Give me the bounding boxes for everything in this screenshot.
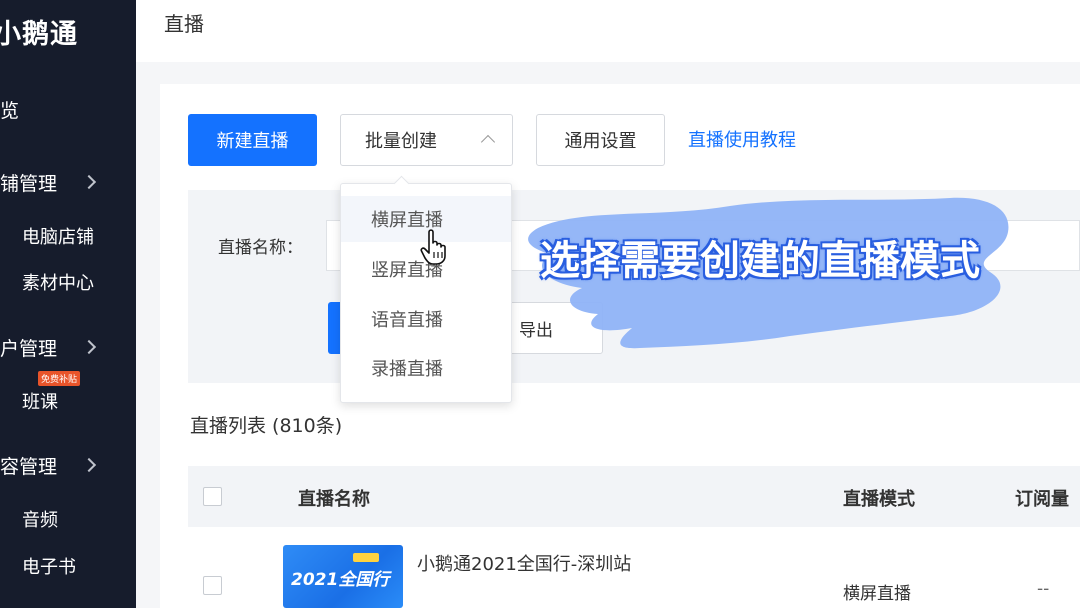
new-live-button[interactable]: 新建直播 bbox=[188, 114, 317, 166]
sidebar-item-content-management[interactable]: 内容管理 bbox=[0, 445, 136, 485]
general-settings-button[interactable]: 通用设置 bbox=[536, 114, 665, 166]
sidebar-item-audio[interactable]: 音频 bbox=[0, 499, 136, 539]
sidebar-item-material-center[interactable]: 素材中心 bbox=[0, 262, 136, 302]
sidebar-item-label: 电脑店铺 bbox=[22, 227, 94, 248]
live-list-title: 直播列表 (810条) bbox=[190, 415, 343, 437]
sidebar-item-class[interactable]: 班课 bbox=[0, 381, 136, 421]
sidebar-item-pc-store[interactable]: 电脑店铺 bbox=[0, 216, 136, 256]
chevron-right-icon bbox=[81, 174, 97, 190]
live-thumbnail[interactable]: 2021全国行 bbox=[283, 545, 403, 608]
sidebar-item-label: 班课 bbox=[22, 392, 58, 413]
topbar: 直播 bbox=[136, 0, 1080, 62]
free-subsidy-badge: 免费补贴 bbox=[38, 371, 81, 386]
row-checkbox[interactable] bbox=[203, 576, 222, 595]
sidebar-item-overview[interactable]: 总览 bbox=[0, 89, 136, 129]
sidebar-item-label: 店铺管理 bbox=[0, 172, 58, 195]
sidebar-item-label: 电子书 bbox=[22, 557, 76, 578]
live-tutorial-link[interactable]: 直播使用教程 bbox=[688, 126, 796, 152]
chevron-right-icon bbox=[81, 339, 97, 355]
sidebar: 小鹅通 总览 店铺管理 电脑店铺 素材中心 用户管理 班课 内容管理 音频 电子… bbox=[0, 0, 136, 608]
row-live-name[interactable]: 小鹅通2021全国行-深圳站 bbox=[417, 550, 631, 576]
batch-create-label: 批量创建 bbox=[365, 131, 437, 152]
sidebar-item-ebook[interactable]: 电子书 bbox=[0, 546, 136, 586]
instruction-caption: 选择需要创建的直播模式 bbox=[540, 238, 980, 284]
menu-item-recorded-live[interactable]: 录播直播 bbox=[341, 345, 511, 391]
sidebar-item-store-management[interactable]: 店铺管理 bbox=[0, 162, 136, 202]
column-header-live-name: 直播名称 bbox=[298, 489, 370, 510]
thumbnail-text: 2021全国行 bbox=[291, 570, 390, 590]
thumbnail-tag bbox=[353, 553, 379, 562]
select-all-checkbox[interactable] bbox=[203, 487, 222, 506]
sidebar-item-user-management[interactable]: 用户管理 bbox=[0, 327, 136, 367]
chevron-right-icon bbox=[81, 457, 97, 473]
menu-item-voice-live[interactable]: 语音直播 bbox=[341, 296, 511, 342]
sidebar-item-label: 音频 bbox=[22, 510, 58, 531]
sidebar-item-label: 素材中心 bbox=[22, 273, 94, 294]
column-header-subscriptions: 订阅量 bbox=[1015, 489, 1069, 510]
sidebar-item-label: 总览 bbox=[0, 99, 20, 122]
sidebar-item-label: 内容管理 bbox=[0, 455, 58, 478]
live-name-label: 直播名称： bbox=[218, 238, 303, 258]
row-live-mode: 横屏直播 bbox=[843, 584, 911, 604]
sidebar-item-label: 用户管理 bbox=[0, 337, 58, 360]
column-header-live-mode: 直播模式 bbox=[843, 489, 915, 510]
page-title: 直播 bbox=[164, 12, 204, 36]
batch-create-menu: 横屏直播 竖屏直播 语音直播 录播直播 bbox=[340, 183, 512, 403]
batch-create-dropdown[interactable]: 批量创建 bbox=[340, 114, 513, 166]
row-subscriptions: -- bbox=[1037, 579, 1050, 599]
app-logo: 小鹅通 bbox=[0, 19, 78, 50]
chevron-up-icon bbox=[480, 134, 496, 150]
hand-cursor-icon bbox=[420, 229, 446, 265]
